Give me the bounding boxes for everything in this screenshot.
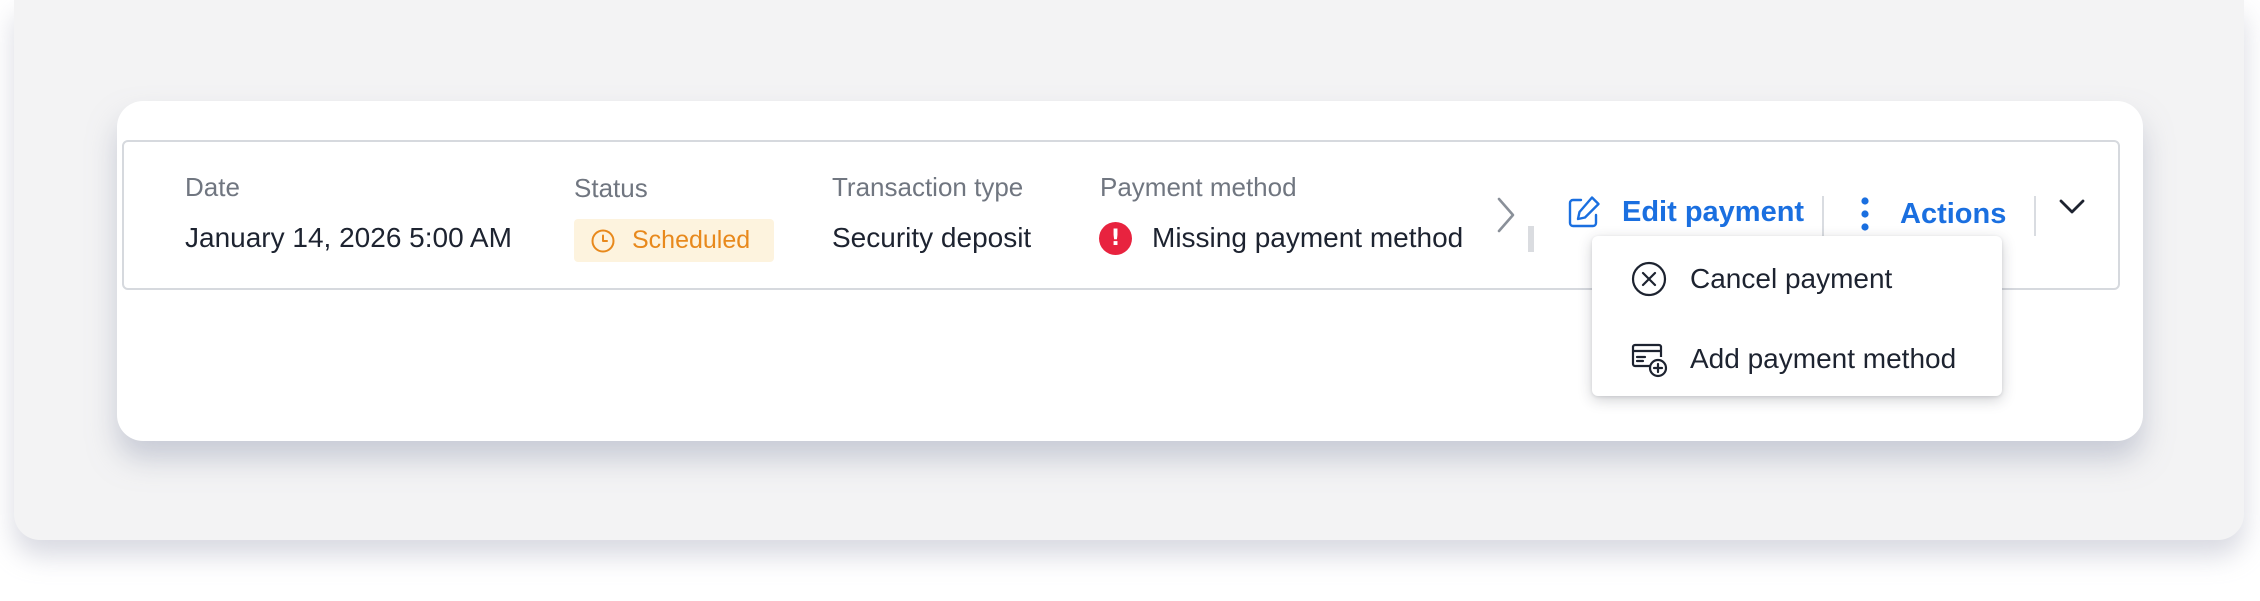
edit-payment-button[interactable]: Edit payment: [1566, 194, 1804, 230]
transaction-type-value: Security deposit: [832, 222, 1032, 253]
menu-item-label: Add payment method: [1690, 343, 1957, 374]
date-label: Date: [185, 172, 240, 202]
clipped-column-value: [1528, 226, 1534, 252]
divider: [1822, 196, 1824, 236]
actions-menu-button[interactable]: Actions: [1860, 196, 2006, 232]
edit-payment-label: Edit payment: [1622, 195, 1805, 228]
clipped-column-label: [1528, 174, 1534, 200]
edit-icon: [1566, 194, 1602, 230]
actions-dropdown-menu: Cancel payment Add payment method: [1592, 236, 2002, 396]
expand-row-button[interactable]: [2054, 188, 2090, 224]
menu-item-cancel-payment[interactable]: Cancel payment: [1592, 244, 2002, 314]
status-label: Status: [574, 173, 648, 203]
menu-item-label: Cancel payment: [1690, 263, 1893, 294]
cancel-circle-icon: [1630, 260, 1668, 298]
clock-icon: [590, 228, 616, 254]
chevron-down-icon: [2058, 197, 2086, 215]
payment-method-label: Payment method: [1100, 172, 1297, 202]
status-value: Scheduled: [632, 226, 751, 254]
scroll-right-chevron-icon[interactable]: [1494, 195, 1518, 240]
divider: [2034, 196, 2036, 236]
error-icon: !: [1099, 222, 1132, 255]
menu-item-add-payment-method[interactable]: Add payment method: [1592, 324, 2002, 394]
payment-method-value: Missing payment method: [1152, 222, 1464, 253]
status-badge: Scheduled: [574, 219, 774, 262]
add-card-icon: [1630, 340, 1668, 378]
date-value: January 14, 2026 5:00 AM: [185, 222, 512, 253]
actions-label: Actions: [1900, 197, 2007, 230]
more-vertical-icon: [1860, 196, 1870, 232]
transaction-type-label: Transaction type: [832, 172, 1024, 202]
